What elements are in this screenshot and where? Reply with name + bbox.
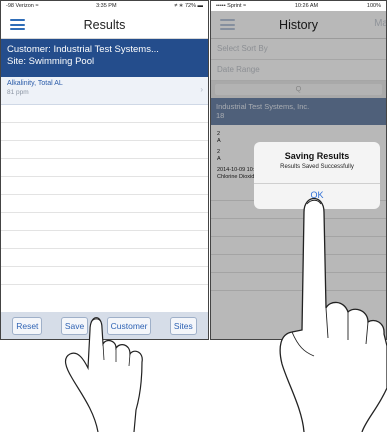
menu-icon[interactable] xyxy=(10,19,25,30)
alert-divider xyxy=(254,183,380,184)
customer-label: Customer: Industrial Test Systems... xyxy=(7,44,159,55)
left-hand-illustration xyxy=(64,317,143,432)
result-value: 81 ppm xyxy=(7,89,29,96)
status-bar: ••••• Sprint ≈ 10:26 AM 100% xyxy=(211,1,386,11)
site-label: Site: Swimming Pool xyxy=(7,56,95,67)
battery-label: 100% xyxy=(366,3,381,9)
customer-site-banner: Customer: Industrial Test Systems... Sit… xyxy=(1,39,208,77)
empty-rows xyxy=(1,105,208,285)
empty-row xyxy=(1,231,208,249)
empty-row xyxy=(1,195,208,213)
status-bar: -98 Verizon ≈ 3:35 PM ≠ ∗ 72% ▬ xyxy=(1,1,208,11)
reset-button[interactable]: Reset xyxy=(12,316,43,335)
empty-row xyxy=(1,249,208,267)
right-hand-illustration xyxy=(279,197,387,432)
empty-row xyxy=(1,267,208,285)
carrier-label: ••••• Sprint ≈ xyxy=(216,3,247,9)
sites-button[interactable]: Sites xyxy=(169,316,197,335)
alert-title: Saving Results xyxy=(284,151,350,161)
clock-label: 10:26 AM xyxy=(294,3,319,9)
empty-row xyxy=(1,141,208,159)
empty-row xyxy=(1,123,208,141)
empty-row xyxy=(1,177,208,195)
empty-row xyxy=(1,105,208,123)
empty-row xyxy=(1,213,208,231)
battery-label: ≠ ∗ 72% ▬ xyxy=(174,3,203,9)
carrier-label: -98 Verizon ≈ xyxy=(6,3,39,9)
nav-bar: Results xyxy=(1,11,208,39)
alert-message: Results Saved Successfully xyxy=(280,164,354,170)
empty-row xyxy=(1,159,208,177)
chevron-right-icon: › xyxy=(200,85,203,94)
result-name: Alkalinity, Total AL xyxy=(7,80,63,87)
results-screen: -98 Verizon ≈ 3:35 PM ≠ ∗ 72% ▬ Results … xyxy=(0,0,209,340)
clock-label: 3:35 PM xyxy=(96,3,117,9)
result-row[interactable]: Alkalinity, Total AL 81 ppm › xyxy=(1,77,208,105)
page-title: Results xyxy=(83,17,126,32)
